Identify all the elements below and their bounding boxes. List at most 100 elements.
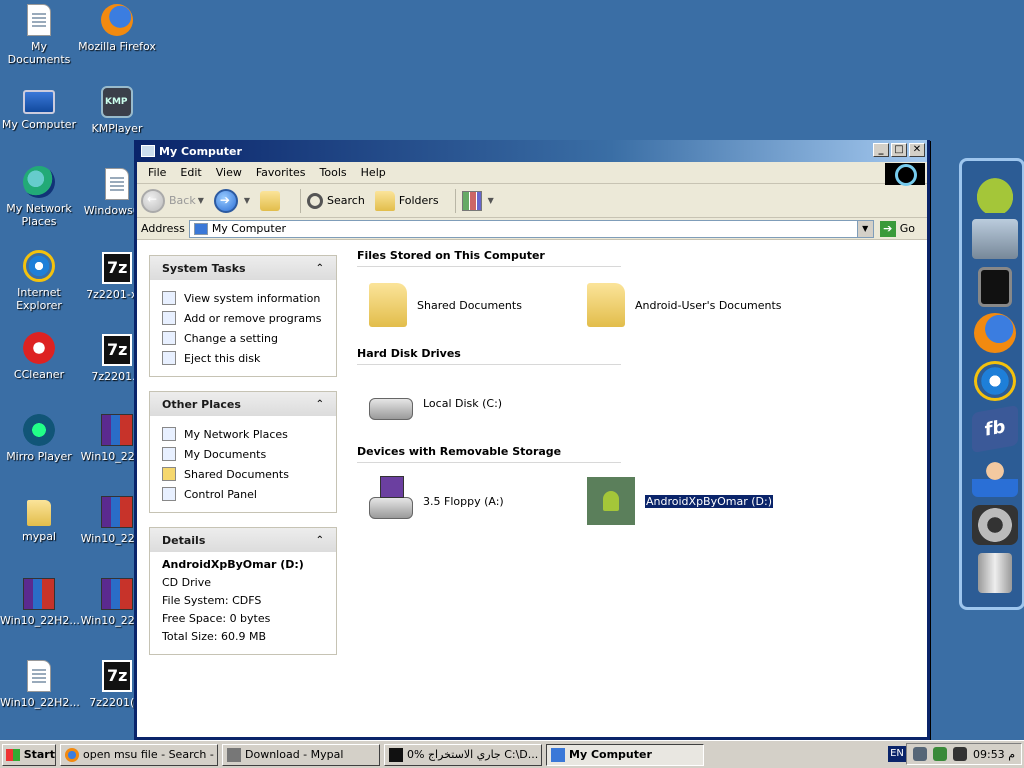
place-control-panel[interactable]: Control Panel bbox=[162, 484, 324, 504]
desktop-icon-label: CCleaner bbox=[13, 368, 65, 381]
place-my-network-places[interactable]: My Network Places bbox=[162, 424, 324, 444]
up-button[interactable] bbox=[260, 190, 284, 211]
panel-title: Details bbox=[162, 533, 206, 547]
desktop-icon-ccleaner[interactable]: CCleaner bbox=[0, 332, 78, 381]
panel-title: System Tasks bbox=[162, 261, 246, 275]
maximize-button[interactable]: □ bbox=[891, 143, 907, 157]
tray-network-icon[interactable] bbox=[932, 747, 947, 761]
kmplayer-icon bbox=[101, 86, 133, 118]
system-tasks-header[interactable]: System Tasks ⌃ bbox=[150, 256, 336, 280]
address-dropdown-button[interactable]: ▼ bbox=[856, 220, 873, 237]
item-floppy-a[interactable]: 3.5 Floppy (A:) bbox=[369, 476, 587, 519]
desktop-icon-network-places[interactable]: My Network Places bbox=[0, 166, 78, 228]
desktop-icon-firefox[interactable]: Mozilla Firefox bbox=[78, 4, 156, 53]
desktop-icon-label: Mirro Player bbox=[6, 450, 72, 463]
item-shared-documents[interactable]: Shared Documents bbox=[369, 283, 587, 327]
recycle-bin-icon[interactable] bbox=[978, 553, 1012, 593]
desktop-icon-internet-explorer[interactable]: Internet Explorer bbox=[0, 250, 78, 312]
task-view-system-info[interactable]: View system information bbox=[162, 288, 324, 308]
menu-tools[interactable]: Tools bbox=[313, 166, 354, 179]
go-button[interactable]: ➔ Go bbox=[879, 220, 915, 237]
taskbar-item-mypal[interactable]: Download - Mypal bbox=[222, 743, 380, 766]
menu-help[interactable]: Help bbox=[354, 166, 393, 179]
language-indicator[interactable]: EN bbox=[888, 746, 906, 762]
other-places-header[interactable]: Other Places ⌃ bbox=[150, 392, 336, 416]
item-label: Local Disk (C:) bbox=[423, 396, 503, 410]
clock[interactable]: 09:53 م bbox=[973, 748, 1015, 761]
collapse-chevron-icon[interactable]: ⌃ bbox=[316, 535, 324, 546]
toolbar-separator bbox=[300, 188, 302, 213]
menu-edit[interactable]: Edit bbox=[173, 166, 208, 179]
item-label: Android-User's Documents bbox=[635, 298, 782, 312]
desktop-icon-win10-doc[interactable]: Win10_22H2... bbox=[0, 660, 80, 709]
close-button[interactable]: ✕ bbox=[909, 143, 925, 157]
android-icon[interactable] bbox=[972, 173, 1018, 213]
task-pane: System Tasks ⌃ View system information A… bbox=[137, 241, 345, 737]
support-agent-icon[interactable] bbox=[972, 457, 1018, 497]
firefox-icon bbox=[65, 747, 79, 762]
item-local-disk-c[interactable]: Local Disk (C:) bbox=[369, 386, 587, 420]
details-filesystem: File System: CDFS bbox=[162, 594, 262, 607]
task-add-remove-programs[interactable]: Add or remove programs bbox=[162, 308, 324, 328]
desktop-icon-mypal[interactable]: mypal bbox=[0, 494, 78, 543]
folder-icon bbox=[162, 467, 176, 481]
menubar: File Edit View Favorites Tools Help bbox=[137, 162, 927, 186]
desktop-icon-mirro-player[interactable]: Mirro Player bbox=[0, 414, 78, 463]
folders-icon bbox=[374, 190, 395, 211]
desktop-icon-my-documents[interactable]: My Documents bbox=[0, 4, 78, 66]
place-label: My Network Places bbox=[184, 427, 288, 441]
item-cd-drive-d[interactable]: AndroidXpByOmar (D:) bbox=[587, 477, 805, 525]
android-cd-icon bbox=[587, 477, 635, 525]
place-my-documents[interactable]: My Documents bbox=[162, 444, 324, 464]
menu-favorites[interactable]: Favorites bbox=[249, 166, 313, 179]
forward-button[interactable]: ▼ bbox=[213, 188, 250, 213]
task-eject-disk[interactable]: Eject this disk bbox=[162, 348, 324, 368]
control-panel-icon bbox=[162, 331, 176, 345]
start-button[interactable]: Start bbox=[2, 743, 56, 766]
gear-icon[interactable] bbox=[972, 505, 1018, 545]
window-titlebar[interactable]: My Computer _ □ ✕ bbox=[137, 140, 927, 162]
taskbar-item-7zip[interactable]: 0% جاري الاستخراج C:\D... bbox=[384, 743, 542, 766]
control-panel-icon bbox=[162, 487, 176, 501]
chevron-down-icon[interactable]: ▼ bbox=[198, 196, 204, 205]
system-tray: 09:53 م bbox=[905, 743, 1022, 765]
collapse-chevron-icon[interactable]: ⌃ bbox=[316, 399, 324, 410]
task-label: Eject this disk bbox=[184, 351, 261, 365]
menu-view[interactable]: View bbox=[209, 166, 249, 179]
tablet-icon[interactable] bbox=[978, 267, 1012, 307]
address-field[interactable]: My Computer ▼ bbox=[188, 219, 874, 238]
desktop-icon-kmplayer[interactable]: KMPlayer bbox=[78, 86, 156, 135]
collapse-chevron-icon[interactable]: ⌃ bbox=[316, 263, 324, 274]
my-documents-icon bbox=[162, 447, 176, 461]
desktop-icon-label: My Computer bbox=[1, 118, 77, 131]
tray-volume-icon[interactable] bbox=[952, 747, 967, 761]
menu-file[interactable]: File bbox=[141, 166, 173, 179]
taskbar-item-firefox[interactable]: open msu file - Search - ... bbox=[60, 743, 218, 766]
my-computer-icon bbox=[23, 90, 55, 114]
minimize-button[interactable]: _ bbox=[873, 143, 889, 157]
task-label: Change a setting bbox=[184, 331, 278, 345]
item-android-user-documents[interactable]: Android-User's Documents bbox=[587, 283, 805, 327]
views-button[interactable]: ▼ bbox=[461, 190, 494, 211]
remote-desktop-icon[interactable] bbox=[972, 219, 1018, 259]
7zip-icon bbox=[102, 252, 132, 284]
search-button[interactable]: Search bbox=[307, 192, 365, 209]
taskbar-item-my-computer[interactable]: My Computer bbox=[546, 743, 704, 766]
firefox-icon[interactable] bbox=[974, 313, 1016, 353]
chevron-down-icon[interactable]: ▼ bbox=[244, 196, 250, 205]
facebook-icon[interactable]: fb bbox=[972, 404, 1018, 454]
tray-app-icon[interactable] bbox=[912, 747, 927, 761]
taskbar: Start open msu file - Search - ... Downl… bbox=[0, 740, 1024, 768]
place-label: Control Panel bbox=[184, 487, 257, 501]
place-shared-documents[interactable]: Shared Documents bbox=[162, 464, 324, 484]
details-header[interactable]: Details ⌃ bbox=[150, 528, 336, 552]
desktop-icon-win10-rar-3[interactable]: Win10_22H2... bbox=[0, 578, 80, 627]
place-label: My Documents bbox=[184, 447, 267, 461]
internet-explorer-icon[interactable] bbox=[974, 361, 1016, 401]
desktop-icon-my-computer[interactable]: My Computer bbox=[0, 86, 78, 131]
back-button[interactable]: Back ▼ bbox=[141, 188, 204, 213]
task-change-setting[interactable]: Change a setting bbox=[162, 328, 324, 348]
back-label: Back bbox=[169, 194, 196, 207]
my-computer-icon bbox=[141, 145, 155, 157]
folders-button[interactable]: Folders bbox=[374, 190, 439, 211]
